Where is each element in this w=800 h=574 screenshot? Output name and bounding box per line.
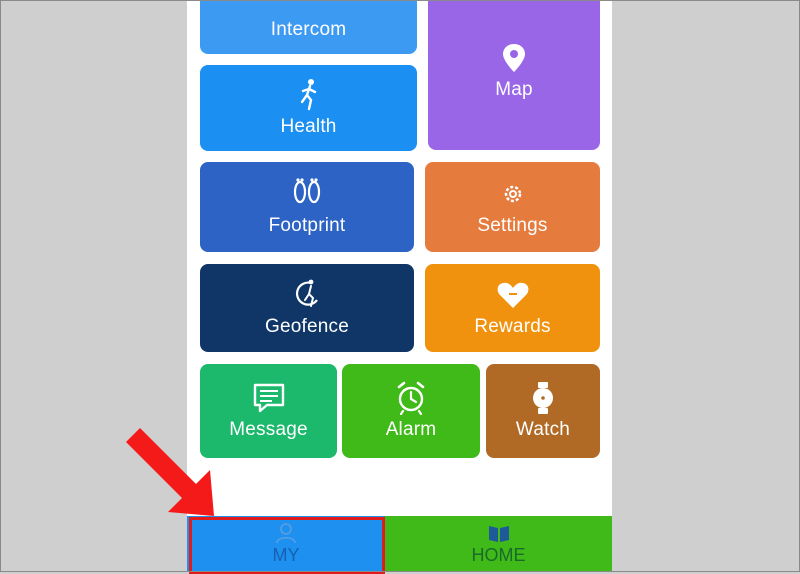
alarm-label: Alarm [385, 419, 437, 440]
gear-icon [493, 177, 533, 211]
settings-label: Settings [477, 215, 548, 236]
map-pin-icon [494, 41, 534, 75]
geofence-tile[interactable]: Geofence [200, 264, 414, 352]
alarm-clock-icon [391, 381, 431, 415]
footprint-label: Footprint [268, 215, 346, 236]
geofence-icon [287, 278, 327, 312]
running-person-icon [289, 78, 329, 112]
geofence-label: Geofence [265, 316, 349, 337]
footprints-icon [287, 177, 327, 211]
health-tile[interactable]: Health [200, 65, 417, 151]
bottom-navigation: MY HOME [187, 516, 612, 572]
watch-tile[interactable]: Watch [486, 364, 600, 458]
rewards-label: Rewards [474, 316, 551, 337]
settings-tile[interactable]: Settings [425, 162, 600, 252]
health-label: Health [280, 116, 337, 137]
map-tile[interactable]: Map [428, 0, 600, 150]
nav-my-label: MY [272, 544, 300, 565]
nav-home-label: HOME [471, 544, 526, 565]
map-label: Map [495, 79, 533, 100]
footprint-tile[interactable]: Footprint [200, 162, 414, 252]
phone-screen: Intercom Map Health Footprint Settings G… [187, 0, 612, 572]
watch-label: Watch [515, 419, 571, 440]
person-icon [275, 522, 297, 543]
heart-icon [493, 278, 533, 312]
message-icon [249, 381, 289, 415]
watch-icon [523, 381, 563, 415]
intercom-label: Intercom [270, 19, 347, 40]
book-icon [487, 523, 511, 543]
alarm-tile[interactable]: Alarm [342, 364, 480, 458]
nav-home-tab[interactable]: HOME [385, 516, 612, 572]
message-label: Message [229, 419, 308, 440]
rewards-tile[interactable]: Rewards [425, 264, 600, 352]
intercom-tile[interactable]: Intercom [200, 0, 417, 54]
red-arrow-annotation [126, 428, 214, 516]
